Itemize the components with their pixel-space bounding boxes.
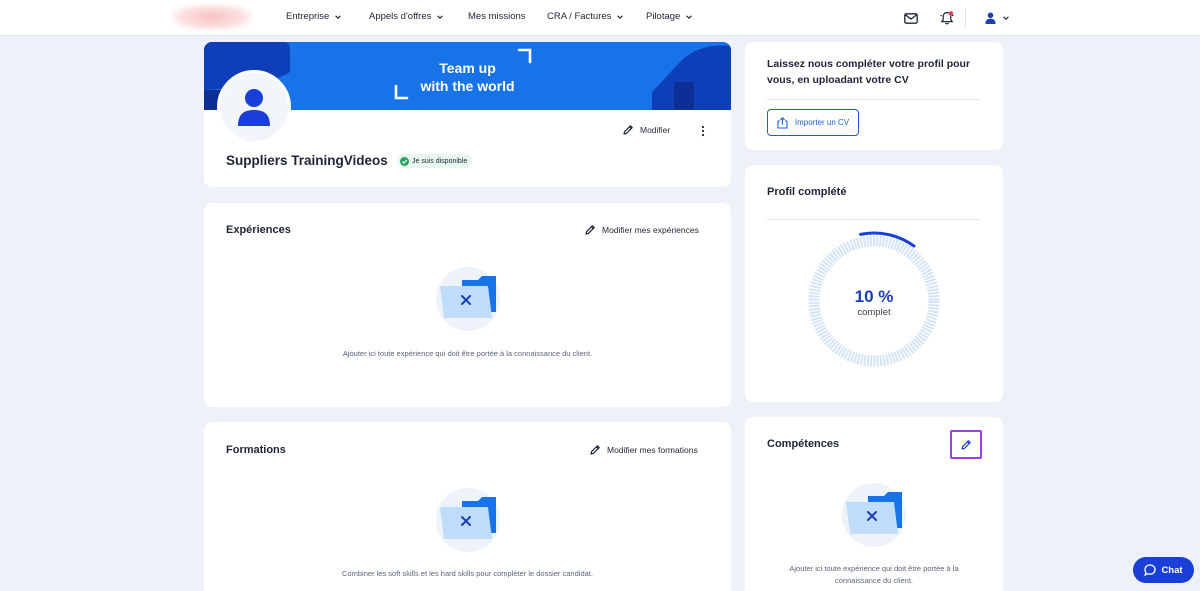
- skills-empty-text-line1: Ajouter ici toute expérience qui doit êt…: [789, 564, 959, 573]
- nav-item-label: CRA / Factures: [547, 11, 612, 22]
- empty-folder-illustration: [436, 267, 500, 331]
- banner-title-line1: Team up: [439, 60, 496, 76]
- avatar[interactable]: [217, 70, 291, 144]
- skills-title: Compétences: [767, 438, 840, 450]
- user-icon: [238, 89, 270, 126]
- experiences-card: Expériences Modifier mes expériences Ajo…: [204, 203, 731, 407]
- empty-folder-illustration: [436, 488, 500, 552]
- empty-folder-illustration: [842, 483, 906, 547]
- pencil-icon: [623, 125, 633, 135]
- nav-item-label: Mes missions: [468, 11, 526, 22]
- chevron-down-icon: [437, 14, 444, 19]
- upload-icon: [777, 116, 788, 129]
- folder-x-icon: [440, 276, 496, 318]
- skills-empty-text: Ajouter ici toute expérience qui doit êt…: [745, 563, 1003, 587]
- availability-badge: Je suis disponible: [397, 154, 473, 168]
- chat-label: Chat: [1161, 564, 1183, 576]
- skills-empty-text-line2: connaissance du client.: [835, 576, 913, 585]
- pencil-icon: [961, 439, 971, 450]
- cv-upload-card: Laissez nous compléter votre profil pour…: [745, 42, 1003, 150]
- formations-empty-text: Combiner les soft skills et les hard ski…: [342, 569, 593, 578]
- experiences-title: Expériences: [226, 224, 291, 236]
- nav-item-mes-missions[interactable]: Mes missions: [468, 11, 526, 22]
- edit-skills-button[interactable]: [950, 430, 982, 459]
- edit-profile-label: Modifier: [640, 125, 671, 135]
- user-menu[interactable]: [980, 9, 1014, 27]
- completion-ring: [808, 231, 940, 367]
- edit-experiences-button[interactable]: Modifier mes expériences: [584, 224, 699, 236]
- formations-card: Formations Modifier mes formations Combi…: [204, 422, 731, 591]
- chat-bubble-icon: [1144, 564, 1157, 576]
- edit-profile-button[interactable]: Modifier: [622, 124, 670, 136]
- skills-card: Compétences Ajouter ici toute expérience…: [745, 417, 1003, 591]
- cv-upload-text: Laissez nous compléter votre profil pour…: [767, 56, 970, 88]
- cv-upload-text-line1: Laissez nous compléter votre profil pour: [767, 58, 971, 70]
- more-options-icon[interactable]: [699, 124, 707, 137]
- folder-x-icon: [846, 492, 902, 534]
- divider: [767, 99, 979, 100]
- check-circle-icon: [400, 156, 409, 166]
- bell-icon[interactable]: [938, 9, 956, 27]
- edit-formations-label: Modifier mes formations: [607, 445, 698, 455]
- edit-experiences-label: Modifier mes expériences: [602, 225, 699, 235]
- top-navigation: Entreprise Appels d'offres Mes missions …: [0, 0, 1200, 36]
- profile-name: Suppliers TrainingVideos: [226, 153, 388, 168]
- nav-item-pilotage[interactable]: Pilotage: [646, 11, 693, 22]
- import-cv-label: Importer un CV: [794, 118, 850, 127]
- formations-title: Formations: [226, 444, 286, 456]
- edit-formations-button[interactable]: Modifier mes formations: [589, 444, 698, 456]
- pencil-icon: [585, 225, 595, 235]
- availability-label: Je suis disponible: [412, 157, 468, 165]
- nav-item-entreprise[interactable]: Entreprise: [286, 11, 342, 22]
- experiences-empty-text: Ajouter ici toute expérience qui doit êt…: [342, 349, 593, 358]
- chevron-down-icon: [1002, 16, 1009, 20]
- chevron-down-icon: [686, 14, 693, 19]
- nav-item-appels-offres[interactable]: Appels d'offres: [369, 11, 444, 22]
- cv-upload-text-line2: vous, en uploadant votre CV: [767, 74, 909, 86]
- nav-item-label: Entreprise: [286, 11, 330, 22]
- chevron-down-icon: [617, 14, 624, 19]
- chevron-down-icon: [335, 14, 342, 19]
- completion-percent: 10 %: [854, 287, 894, 306]
- nav-item-label: Appels d'offres: [369, 11, 432, 22]
- profile-completion-card: Profil complété 10 % complet: [745, 165, 1003, 402]
- logo[interactable]: [172, 4, 252, 30]
- profile-card: Team up with the world Modifier Supplier…: [204, 42, 731, 187]
- nav-divider: [965, 9, 966, 27]
- completion-sub-label: complet: [857, 307, 891, 318]
- nav-item-cra-factures[interactable]: CRA / Factures: [547, 11, 624, 22]
- folder-x-icon: [440, 497, 496, 539]
- chat-button[interactable]: Chat: [1133, 557, 1194, 583]
- pencil-icon: [590, 445, 600, 455]
- import-cv-button[interactable]: Importer un CV: [767, 109, 859, 136]
- user-icon: [985, 12, 995, 24]
- mail-icon[interactable]: [902, 9, 920, 27]
- nav-item-label: Pilotage: [646, 11, 681, 22]
